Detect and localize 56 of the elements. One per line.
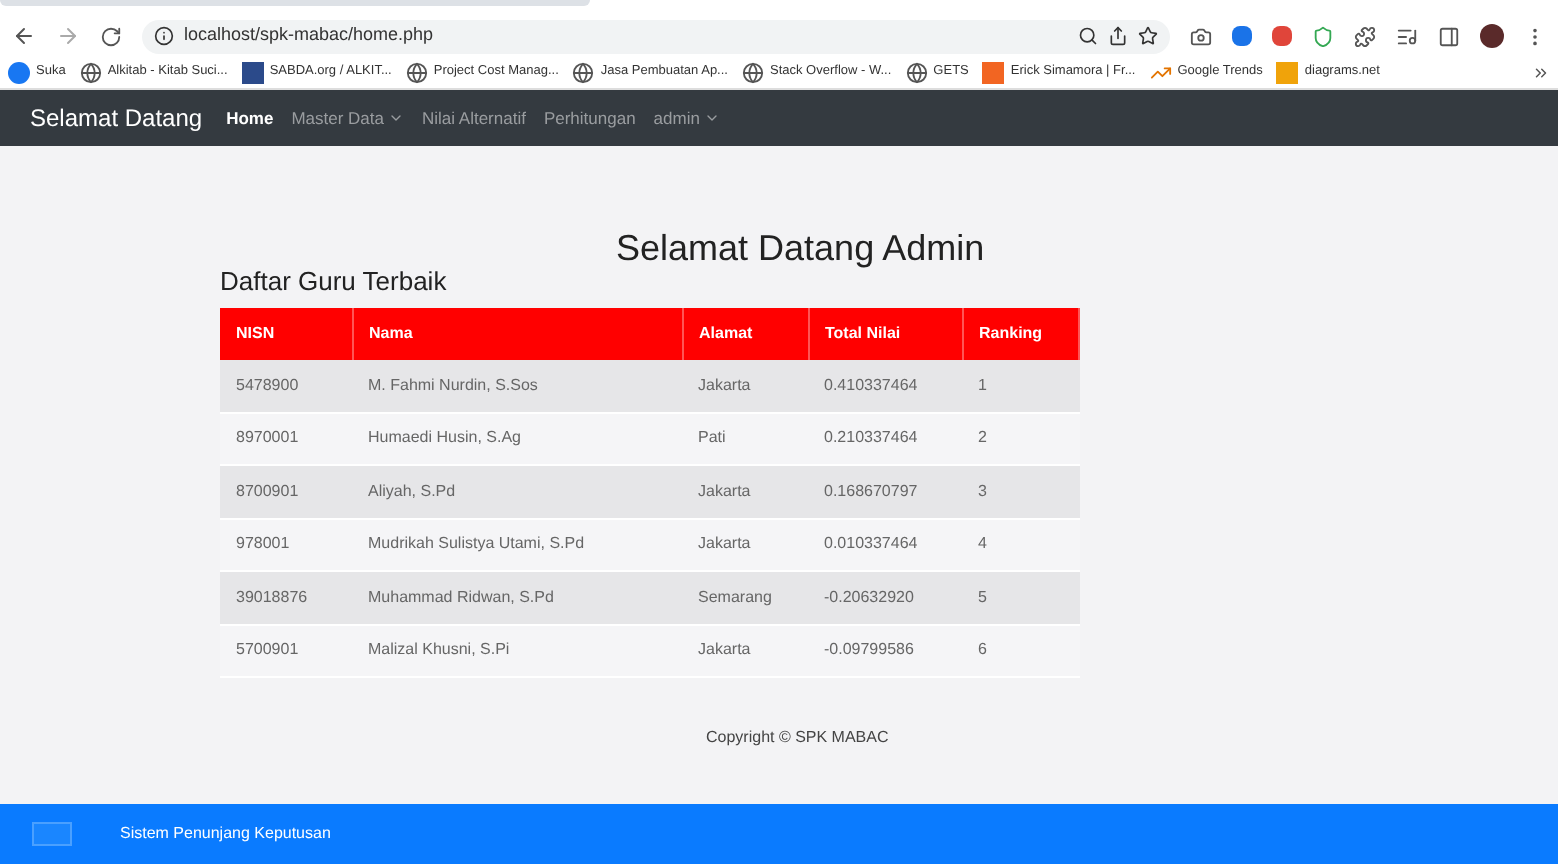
side-panel-icon[interactable]: [1438, 25, 1460, 47]
table-cell: 5700901: [220, 624, 352, 677]
table-cell: -0.09799586: [808, 624, 962, 677]
bookmark-logo-icon: [241, 61, 264, 83]
caret-icon: [387, 110, 404, 126]
table-cell: Muhammad Ridwan, S.Pd: [352, 571, 682, 624]
table-cell: 1: [962, 359, 1079, 412]
table-cell: 0.410337464: [808, 359, 962, 412]
table-cell: 5: [962, 571, 1079, 624]
table-cell: 6: [962, 624, 1079, 677]
facebook-icon: [8, 61, 30, 83]
info-icon: [154, 26, 174, 46]
avatar-icon[interactable]: [1480, 24, 1504, 48]
footer-text: Sistem Penunjang Keputusan: [120, 822, 331, 846]
reload-icon[interactable]: [100, 25, 122, 47]
table-cell: Jakarta: [682, 624, 808, 677]
globe-icon: [405, 61, 428, 83]
table-cell: Jakarta: [682, 465, 808, 518]
more-bookmarks-icon[interactable]: [1532, 63, 1550, 81]
address-bar[interactable]: localhost/spk-mabac/home.php: [142, 19, 1170, 53]
zoom-icon[interactable]: [1078, 26, 1098, 46]
table-cell: 3: [962, 465, 1079, 518]
table-cell: 5478900: [220, 359, 352, 412]
puzzle-icon[interactable]: [1354, 25, 1376, 47]
back-icon[interactable]: [12, 24, 36, 48]
table-cell: -0.20632920: [808, 571, 962, 624]
table-cell: Semarang: [682, 571, 808, 624]
nav-link[interactable]: Perhitungan: [543, 105, 636, 131]
camera-icon[interactable]: [1190, 25, 1212, 47]
playlist-icon[interactable]: [1396, 25, 1418, 47]
copyright-text: Copyright © SPK MABAC: [706, 726, 889, 750]
table-cell: Malizal Khusni, S.Pi: [352, 624, 682, 677]
table-cell: 8700901: [220, 465, 352, 518]
table-cell: 39018876: [220, 571, 352, 624]
globe-icon: [741, 61, 764, 83]
navbar-brand[interactable]: Selamat Datang: [30, 100, 203, 136]
nav-link[interactable]: admin: [653, 105, 720, 131]
bookmark-logo-icon: [1276, 61, 1299, 83]
share-icon[interactable]: [1108, 26, 1128, 46]
table-cell: 0.168670797: [808, 465, 962, 518]
bookmark-logo-icon: [982, 61, 1005, 83]
star-icon[interactable]: [1138, 26, 1158, 46]
globe-icon: [79, 61, 102, 83]
shield-icon[interactable]: [1312, 25, 1334, 47]
page-heading: Selamat Datang Admin: [616, 230, 985, 266]
globe-icon: [905, 61, 928, 83]
logo-icon: [32, 822, 72, 846]
nav-link[interactable]: Master Data: [291, 105, 404, 131]
globe-icon: [572, 61, 595, 83]
table-cell: Jakarta: [682, 359, 808, 412]
table-cell: Aliyah, S.Pd: [352, 465, 682, 518]
caret-icon: [703, 110, 720, 126]
table-cell: M. Fahmi Nurdin, S.Sos: [352, 359, 682, 412]
nav-link[interactable]: Home: [226, 105, 274, 131]
table-title: Daftar Guru Terbaik: [220, 264, 449, 300]
nav-link[interactable]: Nilai Alternatif: [421, 105, 526, 131]
